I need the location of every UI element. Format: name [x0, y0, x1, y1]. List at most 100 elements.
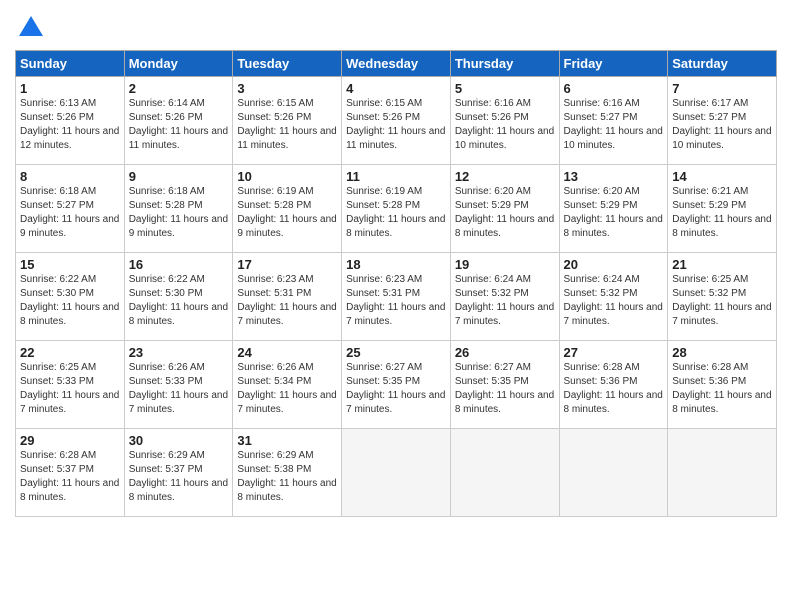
sunrise: Sunrise: 6:19 AM — [346, 186, 422, 197]
calendar-cell: 17Sunrise: 6:23 AMSunset: 5:31 PMDayligh… — [233, 253, 342, 341]
sunrise: Sunrise: 6:28 AM — [564, 362, 640, 373]
sunset: Sunset: 5:27 PM — [672, 112, 746, 123]
daylight: Daylight: 11 hours and 8 minutes. — [346, 214, 445, 239]
sunrise: Sunrise: 6:28 AM — [672, 362, 748, 373]
calendar-week-1: 8 Sunrise: 6:18 AM Sunset: 5:27 PM Daylight… — [16, 165, 777, 253]
sunrise: Sunrise: 6:20 AM — [564, 186, 640, 197]
day-number: 31 — [237, 433, 337, 448]
sunset: Sunset: 5:32 PM — [564, 288, 638, 299]
daylight: Daylight: 11 hours and 8 minutes. — [455, 214, 554, 239]
sunset: Sunset: 5:27 PM — [20, 200, 94, 211]
day-info: Sunrise: 6:19 AM Sunset: 5:28 PM Daylight:… — [346, 185, 446, 241]
day-info: Sunrise: 6:26 AMSunset: 5:34 PMDaylight:… — [237, 361, 337, 417]
day-number: 18 — [346, 257, 446, 272]
calendar-cell: 8Sunrise: 6:18 AMSunset: 5:27 PMDaylight… — [16, 165, 125, 253]
daylight: Daylight: 11 hours and 7 minutes. — [346, 302, 445, 327]
calendar-cell: 21Sunrise: 6:25 AMSunset: 5:32 PMDayligh… — [668, 253, 777, 341]
day-number: 3 — [237, 81, 337, 96]
calendar-cell: 23Sunrise: 6:26 AMSunset: 5:33 PMDayligh… — [124, 341, 233, 429]
sunset: Sunset: 5:30 PM — [20, 288, 94, 299]
daylight: Daylight: 11 hours and 8 minutes. — [564, 214, 663, 239]
sunrise: Sunrise: 6:15 AM — [346, 98, 422, 109]
day-number: 27 — [564, 345, 664, 360]
sunrise: Sunrise: 6:22 AM — [20, 274, 96, 285]
sunset: Sunset: 5:29 PM — [455, 200, 529, 211]
daylight: Daylight: 11 hours and 10 minutes. — [672, 126, 771, 151]
calendar-cell: 9Sunrise: 6:18 AMSunset: 5:28 PMDaylight… — [124, 165, 233, 253]
weekday-header-monday: Monday — [124, 51, 233, 77]
calendar-cell: 16Sunrise: 6:22 AMSunset: 5:30 PMDayligh… — [124, 253, 233, 341]
daylight: Daylight: 11 hours and 11 minutes. — [346, 126, 445, 151]
day-number: 25 — [346, 345, 446, 360]
sunrise: Sunrise: 6:14 AM — [129, 98, 205, 109]
daylight: Daylight: 11 hours and 8 minutes. — [20, 478, 119, 503]
day-info: Sunrise: 6:24 AMSunset: 5:32 PMDaylight:… — [564, 273, 664, 329]
day-info: Sunrise: 6:18 AMSunset: 5:28 PMDaylight:… — [129, 185, 229, 241]
weekday-header-friday: Friday — [559, 51, 668, 77]
day-info: Sunrise: 6:17 AMSunset: 5:27 PMDaylight:… — [672, 97, 772, 153]
day-number: 24 — [237, 345, 337, 360]
calendar-cell: 18Sunrise: 6:23 AMSunset: 5:31 PMDayligh… — [342, 253, 451, 341]
day-info: Sunrise: 6:29 AMSunset: 5:38 PMDaylight:… — [237, 449, 337, 505]
calendar-cell: 7Sunrise: 6:17 AMSunset: 5:27 PMDaylight… — [668, 77, 777, 165]
sunrise: Sunrise: 6:18 AM — [129, 186, 205, 197]
day-info: Sunrise: 6:25 AMSunset: 5:32 PMDaylight:… — [672, 273, 772, 329]
day-info: Sunrise: 6:13 AMSunset: 5:26 PMDaylight:… — [20, 97, 120, 153]
calendar-cell: 15Sunrise: 6:22 AMSunset: 5:30 PMDayligh… — [16, 253, 125, 341]
calendar-body: 1Sunrise: 6:13 AMSunset: 5:26 PMDaylight… — [16, 77, 777, 517]
sunset: Sunset: 5:34 PM — [237, 376, 311, 387]
day-number: 19 — [455, 257, 555, 272]
day-number: 8 — [20, 169, 120, 184]
sunrise: Sunrise: 6:23 AM — [237, 274, 313, 285]
daylight: Daylight: 11 hours and 8 minutes. — [129, 302, 228, 327]
sunset: Sunset: 5:26 PM — [129, 112, 203, 123]
day-info: Sunrise: 6:15 AMSunset: 5:26 PMDaylight:… — [346, 97, 446, 153]
daylight: Daylight: 11 hours and 7 minutes. — [20, 390, 119, 415]
day-number: 6 — [564, 81, 664, 96]
sunset: Sunset: 5:28 PM — [237, 200, 311, 211]
sunrise: Sunrise: 6:25 AM — [672, 274, 748, 285]
calendar-cell: 30Sunrise: 6:29 AMSunset: 5:37 PMDayligh… — [124, 429, 233, 517]
weekday-header-sunday: Sunday — [16, 51, 125, 77]
sunset: Sunset: 5:27 PM — [564, 112, 638, 123]
calendar-week-0: 1Sunrise: 6:13 AMSunset: 5:26 PMDaylight… — [16, 77, 777, 165]
weekday-header-tuesday: Tuesday — [233, 51, 342, 77]
calendar-cell: 25Sunrise: 6:27 AMSunset: 5:35 PMDayligh… — [342, 341, 451, 429]
sunset: Sunset: 5:33 PM — [20, 376, 94, 387]
day-info: Sunrise: 6:28 AMSunset: 5:37 PMDaylight:… — [20, 449, 120, 505]
sunset: Sunset: 5:36 PM — [564, 376, 638, 387]
sunset: Sunset: 5:32 PM — [672, 288, 746, 299]
sunset: Sunset: 5:33 PM — [129, 376, 203, 387]
sunrise: Sunrise: 6:16 AM — [564, 98, 640, 109]
sunset: Sunset: 5:28 PM — [346, 200, 420, 211]
day-info: Sunrise: 6:22 AMSunset: 5:30 PMDaylight:… — [129, 273, 229, 329]
day-number: 9 — [129, 169, 229, 184]
logo-icon — [17, 14, 45, 42]
sunset: Sunset: 5:35 PM — [346, 376, 420, 387]
logo — [15, 14, 45, 42]
day-info: Sunrise: 6:23 AMSunset: 5:31 PMDaylight:… — [237, 273, 337, 329]
daylight: Daylight: 11 hours and 7 minutes. — [346, 390, 445, 415]
day-info: Sunrise: 6:15 AMSunset: 5:26 PMDaylight:… — [237, 97, 337, 153]
day-info: Sunrise: 6:21 AMSunset: 5:29 PMDaylight:… — [672, 185, 772, 241]
daylight: Daylight: 11 hours and 10 minutes. — [564, 126, 663, 151]
day-number: 13 — [564, 169, 664, 184]
sunset: Sunset: 5:32 PM — [455, 288, 529, 299]
calendar-cell: 12Sunrise: 6:20 AMSunset: 5:29 PMDayligh… — [450, 165, 559, 253]
calendar: SundayMondayTuesdayWednesdayThursdayFrid… — [15, 50, 777, 517]
sunrise: Sunrise: 6:29 AM — [237, 450, 313, 461]
day-info: Sunrise: 6:29 AMSunset: 5:37 PMDaylight:… — [129, 449, 229, 505]
calendar-week-4: 29Sunrise: 6:28 AMSunset: 5:37 PMDayligh… — [16, 429, 777, 517]
daylight: Daylight: 11 hours and 8 minutes. — [564, 390, 663, 415]
sunrise: Sunrise: 6:26 AM — [237, 362, 313, 373]
day-info: Sunrise: 6:16 AM Sunset: 5:27 PM Daylight:… — [564, 97, 664, 153]
sunrise: Sunrise: 6:21 AM — [672, 186, 748, 197]
daylight: Daylight: 11 hours and 9 minutes. — [20, 214, 119, 239]
day-info: Sunrise: 6:26 AMSunset: 5:33 PMDaylight:… — [129, 361, 229, 417]
day-number: 14 — [672, 169, 772, 184]
daylight: Daylight: 11 hours and 11 minutes. — [129, 126, 228, 151]
day-number: 15 — [20, 257, 120, 272]
weekday-row: SundayMondayTuesdayWednesdayThursdayFrid… — [16, 51, 777, 77]
sunrise: Sunrise: 6:28 AM — [20, 450, 96, 461]
calendar-cell: 4Sunrise: 6:15 AMSunset: 5:26 PMDaylight… — [342, 77, 451, 165]
